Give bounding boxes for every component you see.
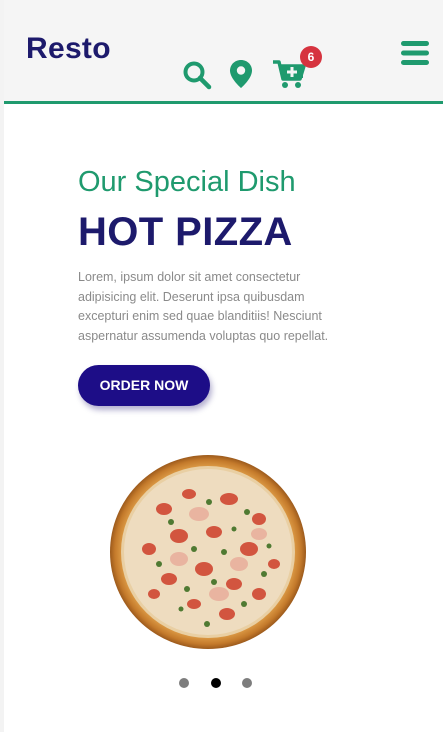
site-logo[interactable]: Resto (26, 32, 111, 66)
slider-dot-2[interactable] (211, 678, 221, 688)
site-header: Resto 6 (4, 0, 443, 104)
pizza-image (110, 455, 306, 649)
slider-dot-3[interactable] (242, 678, 252, 688)
hero-title: HOT PIZZA (78, 210, 293, 254)
map-pin-icon[interactable] (229, 59, 253, 89)
hero-description: Lorem, ipsum dolor sit amet consectetur … (78, 270, 329, 343)
search-icon[interactable] (182, 60, 212, 90)
hero-section: Our Special Dish HOT PIZZA Lorem, ipsum … (78, 164, 368, 346)
slider-pagination (176, 677, 256, 689)
hamburger-menu-icon[interactable] (401, 40, 429, 66)
page-left-edge (0, 0, 4, 732)
slider-dot-1[interactable] (179, 678, 189, 688)
cart-count-badge: 6 (300, 46, 322, 68)
order-now-button[interactable]: ORDER NOW (78, 365, 210, 406)
hero-subtitle: Our Special Dish (78, 166, 296, 198)
